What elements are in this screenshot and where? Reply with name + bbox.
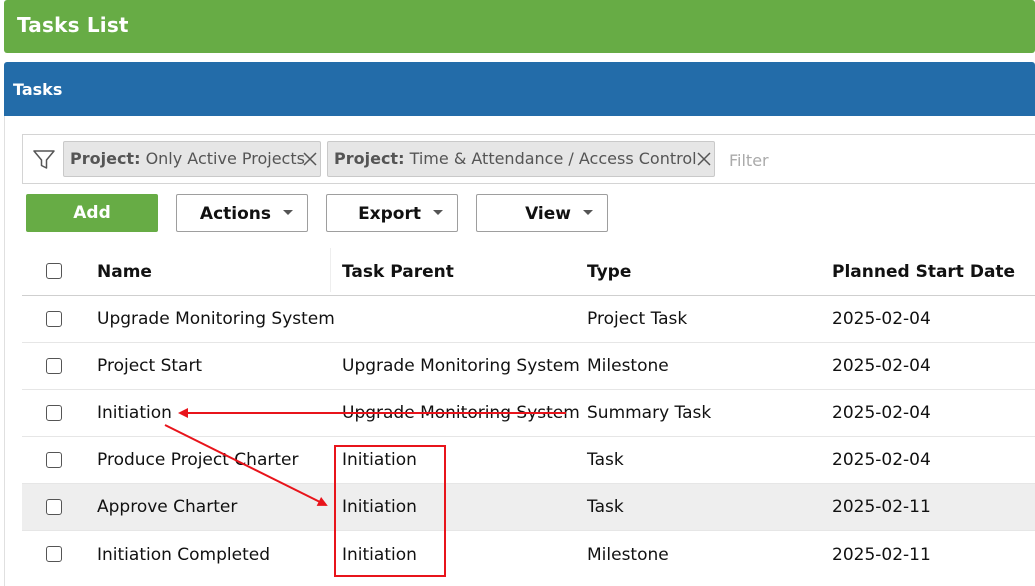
column-header-task-parent[interactable]: Task Parent bbox=[330, 248, 454, 295]
close-icon[interactable] bbox=[303, 152, 317, 166]
task-name[interactable]: Project Start bbox=[97, 343, 202, 389]
row-checkbox[interactable] bbox=[46, 546, 62, 562]
task-name[interactable]: Initiation bbox=[97, 390, 172, 436]
export-label: Export bbox=[358, 204, 421, 224]
task-type: Milestone bbox=[587, 356, 669, 376]
table-row[interactable]: Produce Project Charter Initiation Task … bbox=[22, 437, 1035, 484]
filter-chip-value: Only Active Projects bbox=[140, 149, 305, 168]
column-header-name[interactable]: Name bbox=[97, 248, 152, 295]
task-start-date: 2025-02-11 bbox=[832, 544, 931, 565]
task-type: Project Task bbox=[587, 309, 688, 329]
chevron-down-icon bbox=[433, 210, 443, 215]
view-label: View bbox=[525, 204, 571, 224]
filter-chip-active-projects[interactable]: Project: Only Active Projects bbox=[63, 141, 321, 177]
table-row[interactable]: Initiation Upgrade Monitoring System Sum… bbox=[22, 390, 1035, 437]
table-row[interactable]: Project Start Upgrade Monitoring System … bbox=[22, 343, 1035, 390]
row-checkbox[interactable] bbox=[46, 452, 62, 468]
task-name[interactable]: Approve Charter bbox=[97, 484, 237, 530]
task-name[interactable]: Initiation Completed bbox=[97, 531, 270, 578]
task-type: Summary Task bbox=[587, 403, 712, 423]
page-title: Tasks List bbox=[17, 13, 129, 37]
view-dropdown-button[interactable]: View bbox=[476, 194, 608, 232]
filter-input[interactable] bbox=[727, 147, 931, 173]
task-start-date: 2025-02-04 bbox=[832, 403, 931, 423]
select-all-checkbox[interactable] bbox=[46, 263, 62, 279]
task-type: Task bbox=[587, 450, 624, 470]
export-dropdown-button[interactable]: Export bbox=[326, 194, 458, 232]
add-button[interactable]: Add bbox=[26, 194, 158, 232]
actions-label: Actions bbox=[199, 204, 271, 224]
chevron-down-icon bbox=[583, 210, 593, 215]
task-type: Milestone bbox=[587, 544, 669, 565]
task-parent: Initiation bbox=[342, 497, 417, 517]
filter-chip-key: Project: bbox=[334, 149, 405, 168]
task-name[interactable]: Upgrade Monitoring System bbox=[97, 296, 335, 342]
table-row[interactable]: Initiation Completed Initiation Mileston… bbox=[22, 531, 1035, 578]
table-header-row: Name Task Parent Type Planned Start Date bbox=[22, 248, 1035, 296]
task-type: Task bbox=[587, 497, 624, 517]
row-checkbox[interactable] bbox=[46, 405, 62, 421]
filter-chip-time-attendance[interactable]: Project: Time & Attendance / Access Cont… bbox=[327, 141, 715, 177]
task-start-date: 2025-02-11 bbox=[832, 497, 931, 517]
task-start-date: 2025-02-04 bbox=[832, 356, 931, 376]
row-checkbox[interactable] bbox=[46, 499, 62, 515]
task-parent: Initiation bbox=[342, 450, 417, 470]
panel-title: Tasks bbox=[13, 80, 63, 99]
column-header-planned-start-date[interactable]: Planned Start Date bbox=[832, 248, 1015, 295]
task-parent: Upgrade Monitoring System bbox=[342, 356, 580, 376]
task-parent: Initiation bbox=[342, 544, 417, 565]
filter-chip-value: Time & Attendance / Access Control bbox=[404, 149, 697, 168]
row-checkbox[interactable] bbox=[46, 311, 62, 327]
close-icon[interactable] bbox=[697, 152, 711, 166]
tasks-panel-header: Tasks bbox=[4, 62, 1035, 116]
task-start-date: 2025-02-04 bbox=[832, 450, 931, 470]
task-parent: Upgrade Monitoring System bbox=[342, 403, 580, 423]
actions-dropdown-button[interactable]: Actions bbox=[176, 194, 308, 232]
task-start-date: 2025-02-04 bbox=[832, 309, 931, 329]
table-row[interactable]: Upgrade Monitoring System Project Task 2… bbox=[22, 296, 1035, 343]
filter-chip-key: Project: bbox=[70, 149, 141, 168]
filter-icon[interactable] bbox=[33, 150, 55, 170]
tasks-table: Name Task Parent Type Planned Start Date… bbox=[22, 248, 1035, 578]
table-row[interactable]: Approve Charter Initiation Task 2025-02-… bbox=[22, 484, 1035, 531]
chevron-down-icon bbox=[283, 210, 293, 215]
column-header-type[interactable]: Type bbox=[587, 248, 631, 295]
filter-bar: Project: Only Active Projects Project: T… bbox=[22, 134, 1035, 184]
row-checkbox[interactable] bbox=[46, 358, 62, 374]
page-title-bar: Tasks List bbox=[4, 0, 1035, 53]
task-name[interactable]: Produce Project Charter bbox=[97, 437, 298, 483]
